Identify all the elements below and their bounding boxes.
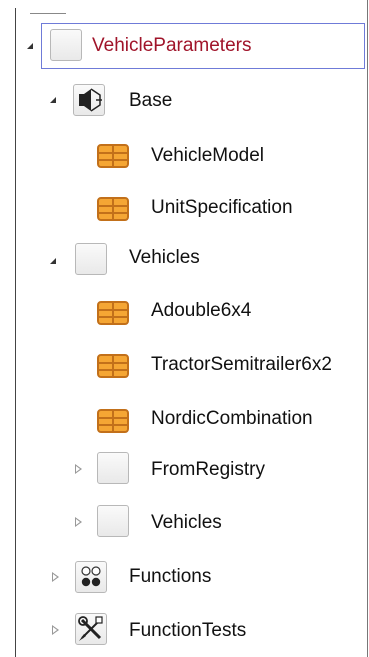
table-icon	[97, 409, 129, 433]
expand-toggle-base[interactable]	[47, 94, 59, 106]
tree-item-function-tests[interactable]: FunctionTests	[129, 619, 246, 643]
tree-top-line	[30, 13, 66, 14]
tree-item-unit-specification[interactable]: UnitSpecification	[151, 196, 293, 220]
tree-item-vehicles[interactable]: Vehicles	[129, 246, 200, 270]
expand-toggle-from-registry[interactable]	[72, 463, 84, 475]
block-icon	[75, 243, 107, 275]
tree-item-vehicle-parameters[interactable]: VehicleParameters	[92, 34, 251, 58]
panel-right-border	[367, 0, 368, 657]
tools-block-icon	[75, 613, 107, 645]
speaker-block-icon	[73, 84, 105, 116]
expand-toggle-nested-vehicles[interactable]	[72, 516, 84, 528]
tree-guide-line	[15, 8, 16, 657]
tree-item-adouble6x4[interactable]: Adouble6x4	[151, 299, 251, 323]
expand-toggle-vehicles[interactable]	[47, 255, 59, 267]
table-icon	[97, 301, 129, 325]
expand-toggle-root[interactable]	[24, 40, 36, 52]
tree-item-from-registry[interactable]: FromRegistry	[151, 458, 265, 482]
model-tree: VehicleParameters Base VehicleModel Unit…	[0, 0, 369, 657]
tree-item-nordic-combination[interactable]: NordicCombination	[151, 407, 313, 431]
expand-toggle-functions[interactable]	[49, 571, 61, 583]
table-icon	[97, 144, 129, 168]
block-icon	[97, 505, 129, 537]
dots-block-icon	[75, 561, 107, 593]
expand-toggle-function-tests[interactable]	[49, 624, 61, 636]
tree-item-functions[interactable]: Functions	[129, 565, 211, 589]
table-icon	[97, 354, 129, 378]
block-icon	[97, 452, 129, 484]
tree-item-base[interactable]: Base	[129, 89, 172, 113]
tree-item-nested-vehicles[interactable]: Vehicles	[151, 511, 222, 535]
tree-item-vehicle-model[interactable]: VehicleModel	[151, 144, 264, 168]
tree-item-tractor-semitrailer6x2[interactable]: TractorSemitrailer6x2	[151, 353, 332, 377]
table-icon	[97, 197, 129, 221]
block-icon	[50, 29, 82, 61]
